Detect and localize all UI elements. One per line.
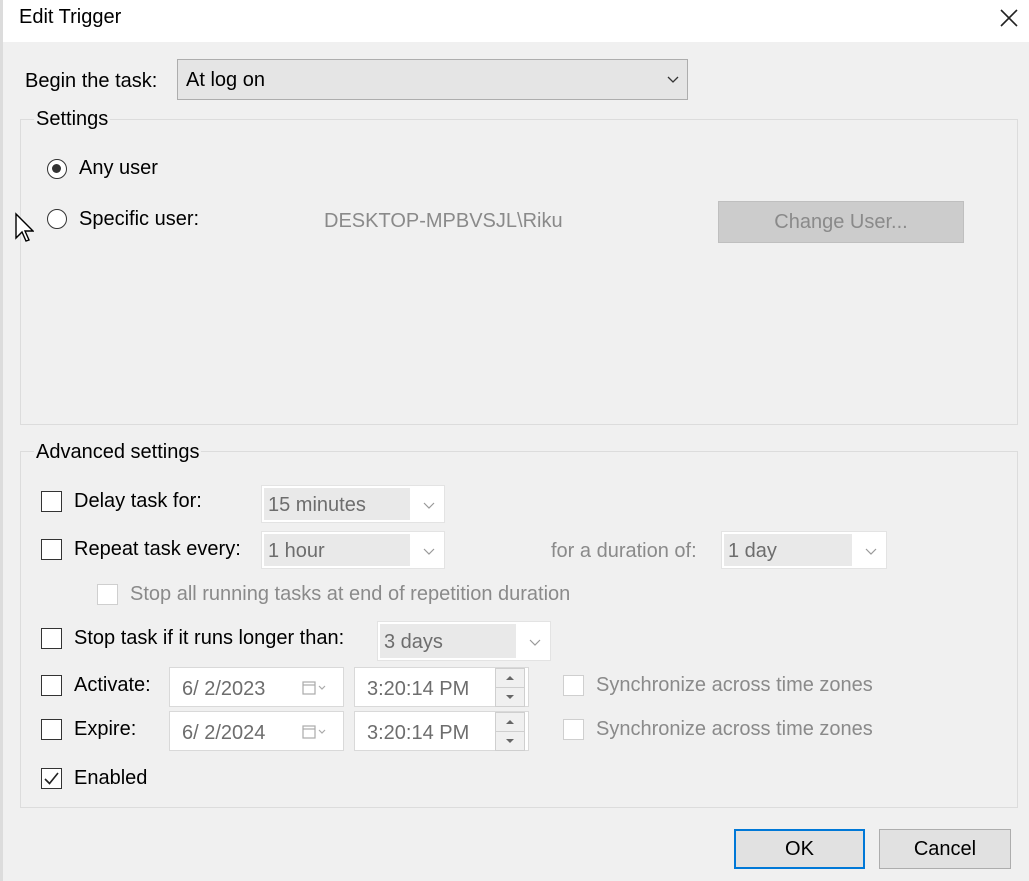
change-user-button[interactable]: Change User... [718,201,964,243]
settings-group-title: Settings [34,108,111,131]
specific-user-radio[interactable] [47,209,67,229]
activate-date-value: 6/ 2/2023 [182,678,266,700]
caret-up-icon [506,720,514,724]
repeat-task-checkbox[interactable] [41,539,62,560]
window-title: Edit Trigger [19,6,122,28]
time-down-button[interactable] [495,687,525,707]
stop-task-longer-checkbox[interactable] [41,628,62,649]
chevron-down-icon [865,548,877,555]
activate-sync-checkbox[interactable] [563,675,584,696]
activate-sync-label: Synchronize across time zones [596,674,873,696]
expire-checkbox[interactable] [41,719,62,740]
activate-time-value: 3:20:14 PM [367,678,470,700]
stop-task-longer-value: 3 days [384,631,443,653]
expire-time-picker[interactable]: 3:20:14 PM [354,711,529,751]
begin-task-combobox[interactable]: At log on [177,59,688,100]
any-user-radio[interactable] [47,159,67,179]
advanced-settings-title: Advanced settings [34,441,202,464]
stop-task-longer-label[interactable]: Stop task if it runs longer than: [74,627,344,650]
chevron-down-icon [667,76,679,83]
expire-date-picker[interactable]: 6/ 2/2024 [169,711,344,751]
delay-task-checkbox[interactable] [41,491,62,512]
repeat-task-value: 1 hour [268,540,325,562]
repeat-task-combobox[interactable]: 1 hour [261,531,445,569]
chevron-down-icon [423,548,435,555]
activate-date-picker[interactable]: 6/ 2/2023 [169,667,344,707]
activate-label[interactable]: Activate: [74,674,151,697]
settings-group [20,119,1018,425]
chevron-down-icon [423,502,435,509]
stop-running-tasks-label: Stop all running tasks at end of repetit… [130,583,571,605]
time-up-button[interactable] [495,712,525,732]
mouse-cursor-icon [15,212,34,242]
stop-running-tasks-checkbox[interactable] [97,584,118,605]
any-user-label[interactable]: Any user [79,157,158,180]
calendar-icon [302,681,326,695]
repeat-task-label[interactable]: Repeat task every: [74,538,241,561]
duration-label: for a duration of: [551,540,697,562]
specific-user-label[interactable]: Specific user: [79,208,199,231]
checkmark-icon [44,772,59,785]
begin-task-label: Begin the task: [25,70,158,92]
caret-down-icon [506,695,514,699]
chevron-down-icon [529,639,541,646]
close-icon[interactable] [995,4,1023,32]
delay-task-combobox[interactable]: 15 minutes [261,485,445,523]
duration-combobox[interactable]: 1 day [721,531,887,569]
user-name-text: DESKTOP-MPBVSJL\Riku [324,210,563,232]
delay-task-value: 15 minutes [268,494,366,516]
delay-task-label[interactable]: Delay task for: [74,490,202,513]
enabled-label[interactable]: Enabled [74,767,147,790]
activate-checkbox[interactable] [41,675,62,696]
duration-value: 1 day [728,540,777,562]
enabled-checkbox[interactable] [41,768,62,789]
time-down-button[interactable] [495,731,525,751]
caret-down-icon [506,739,514,743]
calendar-icon [302,725,326,739]
time-up-button[interactable] [495,668,525,688]
expire-date-value: 6/ 2/2024 [182,722,266,744]
stop-task-longer-combobox[interactable]: 3 days [377,621,551,661]
activate-time-picker[interactable]: 3:20:14 PM [354,667,529,707]
cancel-button[interactable]: Cancel [879,829,1011,869]
ok-button[interactable]: OK [734,829,865,869]
title-bar: Edit Trigger [3,0,1029,42]
begin-task-value: At log on [186,69,265,91]
expire-sync-checkbox[interactable] [563,719,584,740]
expire-time-value: 3:20:14 PM [367,722,470,744]
expire-label[interactable]: Expire: [74,718,136,741]
caret-up-icon [506,676,514,680]
expire-sync-label: Synchronize across time zones [596,718,873,740]
